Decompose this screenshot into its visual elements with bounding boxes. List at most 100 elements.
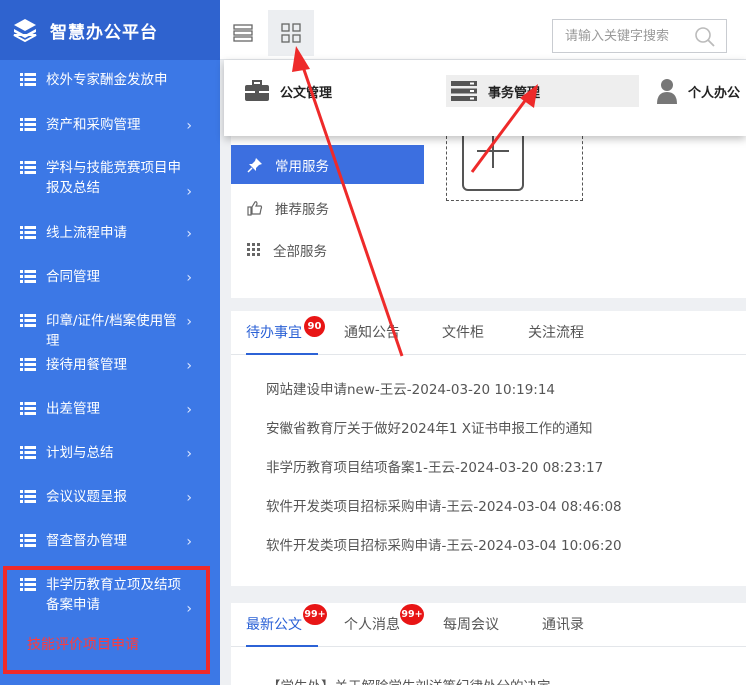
- service-tab-common[interactable]: 常用服务: [231, 145, 424, 184]
- sidebar-item-reception-dining[interactable]: 接待用餐管理 ›: [0, 355, 220, 375]
- module-dropdown: 公文管理 事务管理 个人办公: [224, 60, 746, 136]
- tab-followed-flows[interactable]: 关注流程: [528, 311, 584, 355]
- dropdown-item-label: 公文管理: [280, 85, 333, 101]
- tab-label: 每周会议: [443, 617, 499, 633]
- chevron-right-icon: ›: [186, 446, 192, 462]
- annotation-highlight-box: [3, 566, 210, 674]
- list-item[interactable]: 【学生处】关于解除学生刘洋等纪律处分的决定: [267, 675, 551, 685]
- tab-label: 个人消息: [344, 617, 400, 633]
- list-icon: [20, 73, 36, 86]
- service-tab-all[interactable]: 全部服务: [231, 230, 424, 269]
- dropdown-item-label: 事务管理: [488, 85, 541, 101]
- sidebar-item-label: 资产和采购管理: [46, 117, 141, 133]
- search-box: [552, 19, 727, 53]
- tab-label: 文件柜: [442, 325, 484, 341]
- chevron-right-icon: ›: [186, 118, 192, 134]
- sidebar-item-label: 印章/证件/档案使用管理: [46, 313, 177, 349]
- sidebar-item-expert-fee[interactable]: 校外专家酬金发放申: [0, 70, 220, 90]
- chevron-right-icon: ›: [186, 270, 192, 286]
- list-view-icon: [233, 24, 253, 42]
- chevron-right-icon: ›: [186, 226, 192, 242]
- sidebar-item-seal-archive[interactable]: 印章/证件/档案使用管理 ›: [0, 311, 220, 351]
- list-icon: [20, 446, 36, 459]
- briefcase-icon: [245, 80, 269, 101]
- list-icon: [20, 118, 36, 131]
- documents-panel: 最新公文 99+ 个人消息 99+ 每周会议 通讯录 【学生处】关于解除学生刘洋…: [231, 603, 746, 685]
- list-icon: [20, 402, 36, 415]
- sidebar-item-supervision[interactable]: 督查督办管理 ›: [0, 531, 220, 551]
- dropdown-item-affairs-management[interactable]: 事务管理: [446, 75, 639, 107]
- sidebar-item-label: 出差管理: [46, 401, 100, 417]
- tab-label: 关注流程: [528, 325, 584, 341]
- sidebar-item-label: 督查督办管理: [46, 533, 127, 549]
- list-icon: [20, 270, 36, 283]
- tab-label: 待办事宜: [246, 325, 302, 341]
- sidebar-item-label: 会议议题呈报: [46, 489, 127, 505]
- thumbs-up-icon: [247, 200, 263, 216]
- sidebar-item-label: 接待用餐管理: [46, 357, 127, 373]
- dropdown-item-label: 个人办公: [688, 85, 741, 101]
- sidebar-item-competition-projects[interactable]: 学科与技能竞赛项目申报及总结 ›: [0, 158, 220, 200]
- search-input[interactable]: [553, 20, 693, 52]
- list-view-button[interactable]: [220, 10, 266, 56]
- sidebar-item-contracts[interactable]: 合同管理 ›: [0, 267, 220, 287]
- sidebar-item-business-trip[interactable]: 出差管理 ›: [0, 399, 220, 419]
- list-icon: [20, 534, 36, 547]
- list-item[interactable]: 安徽省教育厅关于做好2024年1 X证书申报工作的通知: [266, 410, 622, 449]
- list-icon: [20, 226, 36, 239]
- tab-label: 通讯录: [542, 617, 584, 633]
- chevron-right-icon: ›: [186, 490, 192, 506]
- chevron-right-icon: ›: [186, 314, 192, 330]
- sidebar-item-label: 计划与总结: [46, 445, 114, 461]
- top-bar: [220, 0, 746, 60]
- list-item[interactable]: 网站建设申请new-王云-2024-03-20 10:19:14: [266, 371, 622, 410]
- sidebar-item-asset-procurement[interactable]: 资产和采购管理 ›: [0, 115, 220, 135]
- dropdown-item-personal-office[interactable]: 个人办公: [656, 75, 746, 107]
- list-item[interactable]: 软件开发类项目招标采购申请-王云-2024-03-04 10:06:20: [266, 527, 622, 566]
- sidebar-item-label: 校外专家酬金发放申: [46, 72, 168, 88]
- sidebar-item-online-process[interactable]: 线上流程申请 ›: [0, 223, 220, 243]
- list-icon: [20, 490, 36, 503]
- dropdown-item-document-management[interactable]: 公文管理: [244, 75, 414, 107]
- messages-count-badge: 99+: [400, 604, 424, 625]
- grid-view-icon: [281, 23, 301, 43]
- tab-personal-messages[interactable]: 个人消息: [344, 603, 400, 647]
- service-tab-label: 常用服务: [275, 158, 329, 175]
- service-tab-label: 推荐服务: [275, 201, 329, 218]
- todo-list: 网站建设申请new-王云-2024-03-20 10:19:14 安徽省教育厅关…: [266, 371, 622, 566]
- logo-icon: [13, 19, 37, 43]
- brand-title: 智慧办公平台: [50, 22, 158, 43]
- search-icon[interactable]: [694, 26, 716, 48]
- list-icon: [20, 161, 36, 174]
- tab-file-cabinet[interactable]: 文件柜: [442, 311, 484, 355]
- todo-count-badge: 90: [304, 316, 325, 337]
- list-icon: [20, 358, 36, 371]
- service-tab-recommended[interactable]: 推荐服务: [231, 188, 424, 227]
- user-icon: [657, 79, 677, 104]
- chevron-right-icon: ›: [186, 184, 192, 200]
- tab-notices[interactable]: 通知公告: [344, 311, 400, 355]
- brand-header: 智慧办公平台: [0, 0, 220, 60]
- list-item[interactable]: 软件开发类项目招标采购申请-王云-2024-03-04 08:46:08: [266, 488, 622, 527]
- sidebar: 智慧办公平台 校外专家酬金发放申 资产和采购管理 › 学科与技能竞赛项目申报及总结 › 线…: [0, 0, 220, 685]
- grid-dots-icon: [247, 242, 260, 256]
- server-icon: [451, 81, 477, 101]
- sidebar-item-meeting-topics[interactable]: 会议议题呈报 ›: [0, 487, 220, 507]
- documents-tabs: 最新公文 99+ 个人消息 99+ 每周会议 通讯录: [231, 603, 746, 647]
- tab-weekly-meetings[interactable]: 每周会议: [443, 603, 499, 647]
- grid-view-button[interactable]: [268, 10, 314, 56]
- todo-tabs: 待办事宜 90 通知公告 文件柜 关注流程: [231, 311, 746, 355]
- sidebar-item-plan-summary[interactable]: 计划与总结 ›: [0, 443, 220, 463]
- sidebar-item-label: 学科与技能竞赛项目申报及总结: [46, 160, 181, 196]
- add-service-button[interactable]: [462, 128, 524, 191]
- todo-panel: 待办事宜 90 通知公告 文件柜 关注流程 网站建设申请new-王云-2024-…: [231, 311, 746, 586]
- services-panel: 常用服务 推荐服务 全部服务: [231, 128, 746, 298]
- sidebar-item-label: 线上流程申请: [46, 225, 127, 241]
- add-service-area: [446, 128, 583, 201]
- list-item[interactable]: 非学历教育项目结项备案1-王云-2024-03-20 08:23:17: [266, 449, 622, 488]
- sidebar-subitem-skill-evaluation[interactable]: 技能评价项目申请: [27, 634, 139, 654]
- tab-label: 最新公文: [246, 617, 302, 633]
- tab-label: 通知公告: [344, 325, 400, 341]
- tab-contacts[interactable]: 通讯录: [542, 603, 584, 647]
- chevron-right-icon: ›: [186, 402, 192, 418]
